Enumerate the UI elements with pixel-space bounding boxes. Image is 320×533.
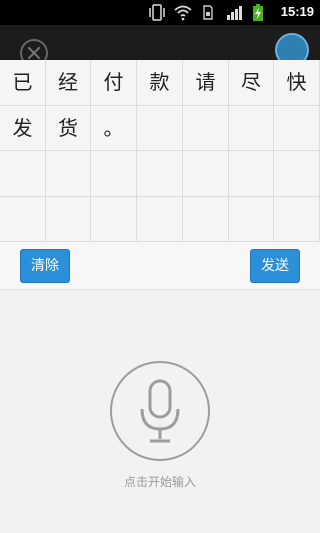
grid-cell[interactable] (46, 197, 91, 242)
microphone-icon (140, 379, 180, 443)
action-bar: 清除 发送 (0, 242, 320, 290)
app-header (0, 25, 320, 67)
grid-cell[interactable] (274, 106, 320, 151)
grid-cell[interactable] (91, 151, 137, 197)
grid-cell[interactable]: 尽 (229, 60, 274, 106)
grid-cell[interactable] (274, 151, 320, 197)
grid-cell[interactable] (0, 151, 46, 197)
grid-cell[interactable] (183, 151, 229, 197)
grid-cell[interactable]: 款 (137, 60, 183, 106)
battery-charging-icon (253, 4, 263, 21)
clock: 15:19 (280, 4, 314, 19)
grid-cell[interactable]: 。 (91, 106, 137, 151)
grid-cell[interactable] (137, 106, 183, 151)
grid-cell[interactable] (137, 151, 183, 197)
status-bar: 15:19 (0, 0, 320, 25)
grid-cell[interactable] (183, 106, 229, 151)
grid-cell[interactable]: 经 (46, 60, 91, 106)
grid-cell[interactable] (229, 106, 274, 151)
voice-hint: 点击开始输入 (123, 475, 196, 489)
grid-cell[interactable]: 货 (46, 106, 91, 151)
grid-cell[interactable]: 已 (0, 60, 46, 106)
sim-icon (203, 5, 213, 20)
grid-cell[interactable] (274, 197, 320, 242)
voice-input-panel: 点击开始输入 (0, 290, 320, 533)
send-button[interactable]: 发送 (250, 249, 300, 283)
grid-cell[interactable] (229, 151, 274, 197)
character-grid: 已经付款请尽快发货。 (0, 60, 320, 242)
microphone-button[interactable] (110, 361, 210, 461)
grid-cell[interactable] (229, 197, 274, 242)
grid-cell[interactable]: 请 (183, 60, 229, 106)
signal-icon (227, 6, 242, 20)
grid-cell[interactable]: 快 (274, 60, 320, 106)
vibrate-icon (149, 4, 165, 21)
grid-cell[interactable]: 付 (91, 60, 137, 106)
grid-cell[interactable] (0, 197, 46, 242)
grid-cell[interactable] (137, 197, 183, 242)
grid-cell[interactable] (91, 197, 137, 242)
grid-cell[interactable] (183, 197, 229, 242)
grid-cell[interactable]: 发 (0, 106, 46, 151)
clear-button[interactable]: 清除 (20, 249, 70, 283)
wifi-icon (174, 5, 192, 21)
grid-cell[interactable] (46, 151, 91, 197)
